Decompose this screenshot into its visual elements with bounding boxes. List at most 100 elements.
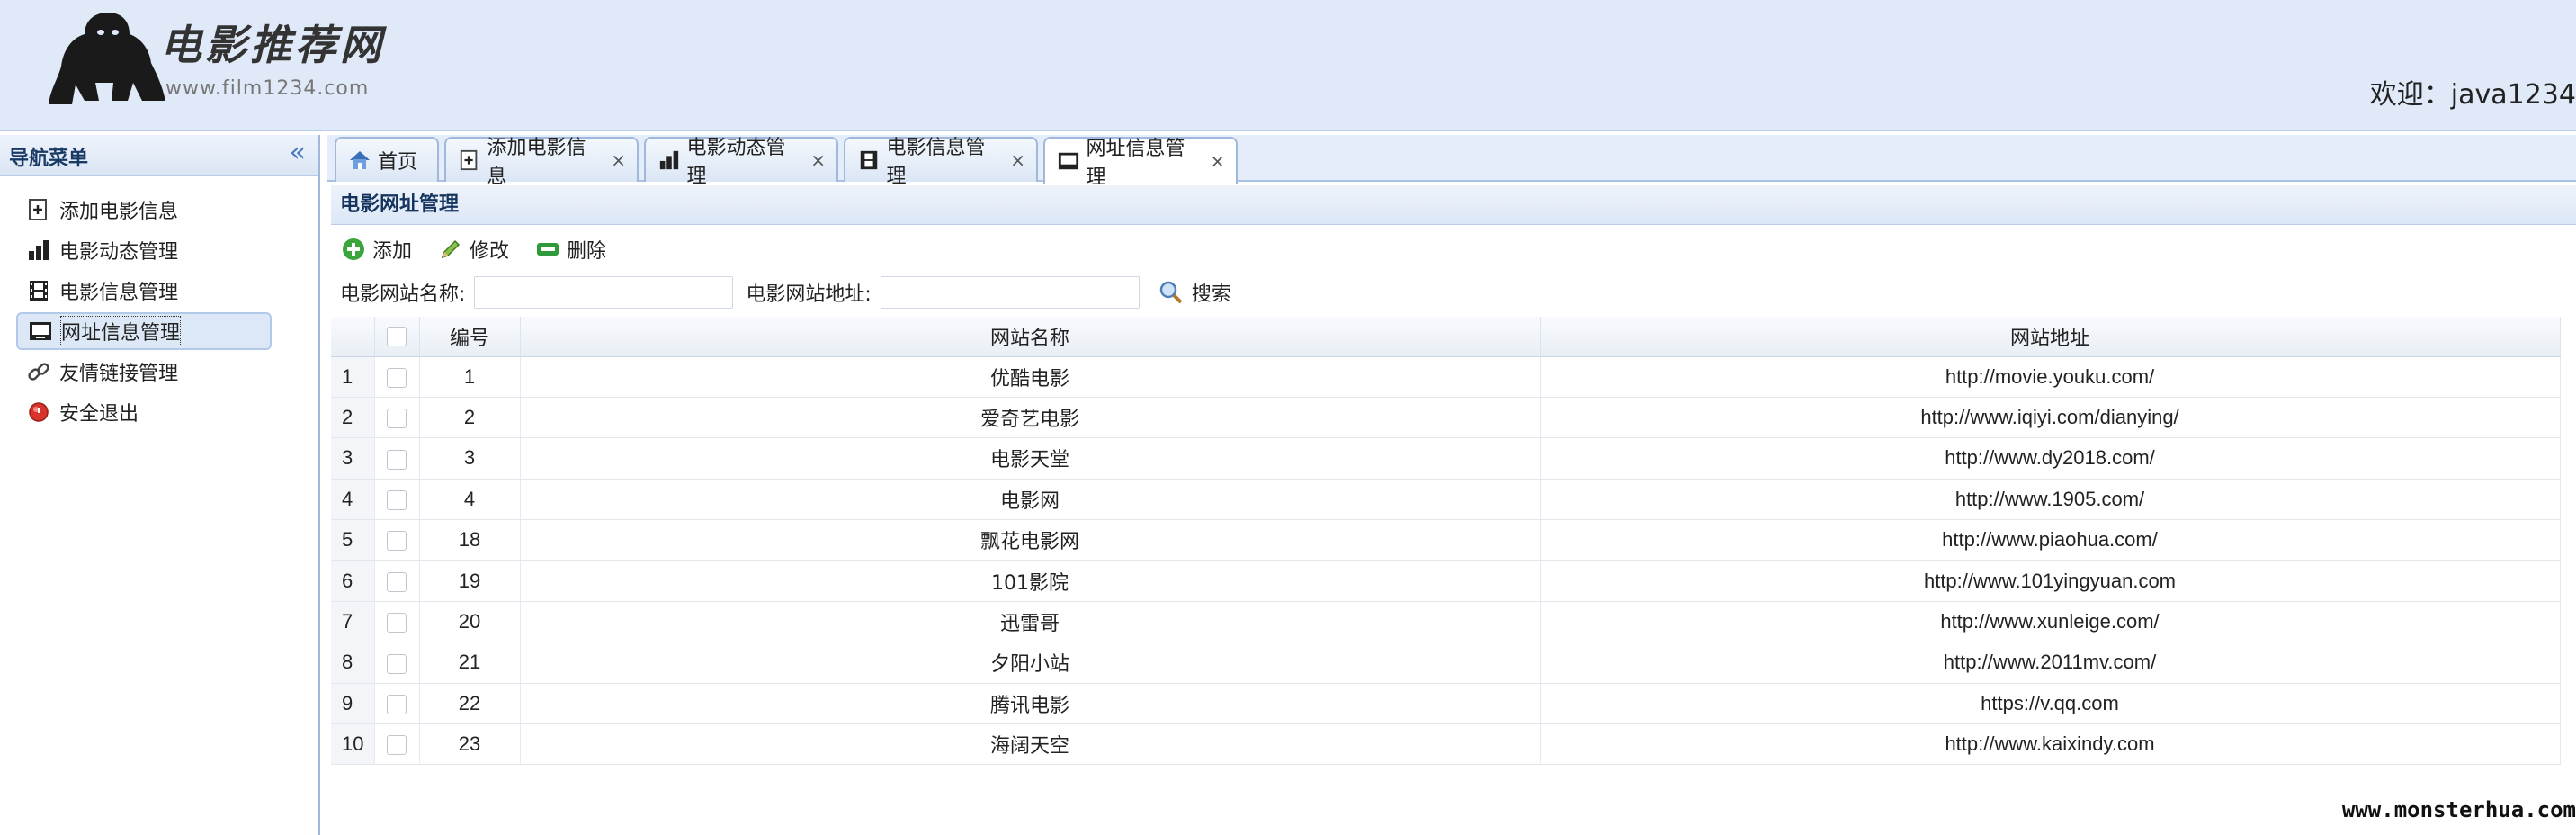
url-cell: http://www.1905.com/ — [1540, 479, 2561, 521]
add-button[interactable]: 添加 — [340, 235, 412, 264]
name-cell: 海阔天空 — [520, 723, 1541, 766]
table-body: 1 1 优酷电影 http://movie.youku.com/2 2 爱奇艺电影 http… — [331, 356, 2561, 766]
nav-item-url-info[interactable]: 网址信息管理 — [16, 312, 272, 350]
row-select-cell — [374, 479, 420, 521]
add-label: 添加 — [372, 240, 413, 263]
url-cell: https://v.qq.com — [1540, 683, 2561, 725]
row-checkbox[interactable] — [387, 653, 407, 674]
nav-item-label: 安全退出 — [59, 403, 139, 426]
row-checkbox[interactable] — [387, 490, 407, 511]
row-select-cell — [374, 560, 420, 602]
film-icon — [856, 148, 881, 173]
select-all-checkbox[interactable] — [387, 327, 407, 347]
row-number-header — [331, 317, 375, 357]
name-header[interactable]: 网站名称 — [520, 317, 1541, 357]
tab-movie-news[interactable]: 电影动态管理 × — [644, 137, 838, 188]
table-row[interactable]: 5 18 飘花电影网 http://www.piaohua.com/ — [331, 519, 2561, 561]
row-number: 2 — [331, 397, 375, 439]
close-icon[interactable]: × — [611, 149, 626, 171]
search-label: 搜索 — [1191, 283, 1231, 306]
table-row[interactable]: 10 23 海阔天空 http://www.kaixindy.com — [331, 723, 2561, 766]
welcome-text: 欢迎：java1234 — [2369, 79, 2576, 111]
close-icon[interactable]: × — [1010, 149, 1025, 171]
close-icon[interactable]: × — [1210, 150, 1225, 172]
bar-chart-icon — [657, 148, 682, 173]
collapse-icon[interactable]: « — [290, 137, 306, 168]
table-row[interactable]: 7 20 迅雷哥 http://www.xunleige.com/ — [331, 601, 2561, 643]
row-checkbox[interactable] — [387, 735, 407, 756]
watermark-text: www.monsterhua.com — [2341, 797, 2576, 822]
url-cell: http://movie.youku.com/ — [1540, 356, 2561, 398]
id-cell: 22 — [419, 683, 521, 725]
table-header-row: 编号 网站名称 网站地址 — [331, 317, 2561, 357]
id-header[interactable]: 编号 — [419, 317, 521, 357]
nav-item-logout[interactable]: 安全退出 — [16, 393, 272, 431]
url-cell: http://www.iqiyi.com/dianying/ — [1540, 397, 2561, 439]
edit-button[interactable]: 修改 — [437, 235, 509, 264]
name-cell: 迅雷哥 — [520, 601, 1541, 643]
link-icon — [25, 358, 52, 385]
nav-title: 导航菜单 — [9, 148, 89, 170]
add-document-icon — [457, 148, 482, 173]
tab-label: 电影信息管理 — [886, 137, 986, 188]
name-cell: 爱奇艺电影 — [520, 397, 1541, 439]
exit-icon — [25, 399, 52, 426]
id-cell: 4 — [419, 479, 521, 521]
row-checkbox[interactable] — [387, 613, 407, 633]
nav-item-add-movie[interactable]: 添加电影信息 — [16, 191, 272, 229]
site-name-input[interactable] — [474, 276, 734, 309]
row-number: 7 — [331, 601, 375, 643]
nav-item-friend-links[interactable]: 友情链接管理 — [16, 353, 272, 391]
row-checkbox[interactable] — [387, 449, 407, 470]
row-checkbox[interactable] — [387, 367, 407, 388]
table-row[interactable]: 8 21 夕阳小站 http://www.2011mv.com/ — [331, 642, 2561, 684]
url-cell: http://www.101yingyuan.com — [1540, 560, 2561, 602]
row-number: 9 — [331, 683, 375, 725]
app-header: 电影推荐网 www.film1234.com 欢迎：java1234 — [0, 0, 2576, 131]
gorilla-logo-icon — [49, 13, 165, 104]
close-icon[interactable]: × — [810, 149, 826, 171]
name-cell: 夕阳小站 — [520, 642, 1541, 684]
nav-item-label: 电影动态管理 — [59, 241, 179, 264]
add-document-icon — [25, 196, 52, 223]
url-cell: http://www.piaohua.com/ — [1540, 519, 2561, 561]
tab-url-info[interactable]: 网址信息管理 × — [1043, 137, 1238, 189]
search-button[interactable]: 搜索 — [1158, 278, 1231, 307]
logo-url: www.film1234.com — [165, 77, 370, 100]
toolbar: 添加 修改 删除 — [331, 229, 2576, 270]
tab-label: 添加电影信息 — [487, 137, 586, 188]
table-row[interactable]: 6 19 101影院 http://www.101yingyuan.com — [331, 560, 2561, 602]
id-cell: 23 — [419, 723, 521, 766]
row-checkbox[interactable] — [387, 571, 407, 592]
row-checkbox[interactable] — [387, 695, 407, 714]
tab-add-movie[interactable]: 添加电影信息 × — [444, 137, 639, 188]
row-checkbox[interactable] — [387, 409, 407, 429]
row-select-cell — [374, 356, 420, 398]
row-select-cell — [374, 437, 420, 480]
site-name-label: 电影网站名称: — [340, 283, 466, 306]
delete-label: 删除 — [567, 240, 607, 263]
panel-title: 电影网址管理 — [331, 185, 2576, 225]
table-row[interactable]: 4 4 电影网 http://www.1905.com/ — [331, 479, 2561, 521]
tab-movie-info[interactable]: 电影信息管理 × — [844, 137, 1038, 188]
plus-icon — [340, 236, 367, 263]
row-checkbox[interactable] — [387, 531, 407, 552]
table-row[interactable]: 1 1 优酷电影 http://movie.youku.com/ — [331, 356, 2561, 398]
home-icon — [347, 148, 372, 173]
tab-home[interactable]: 首页 — [335, 137, 439, 182]
table-row[interactable]: 9 22 腾讯电影 https://v.qq.com — [331, 683, 2561, 725]
bar-chart-icon — [25, 237, 52, 264]
select-all-header — [374, 317, 420, 357]
table-row[interactable]: 2 2 爱奇艺电影 http://www.iqiyi.com/dianying/ — [331, 397, 2561, 439]
nav-item-movie-info[interactable]: 电影信息管理 — [16, 272, 272, 310]
id-cell: 3 — [419, 437, 521, 480]
url-header[interactable]: 网站地址 — [1540, 317, 2561, 357]
search-row: 电影网站名称: 电影网站地址: 搜索 — [331, 272, 2576, 313]
table-row[interactable]: 3 3 电影天堂 http://www.dy2018.com/ — [331, 437, 2561, 480]
url-cell: http://www.xunleige.com/ — [1540, 601, 2561, 643]
minus-icon — [534, 236, 561, 263]
nav-item-movie-news[interactable]: 电影动态管理 — [16, 231, 272, 269]
delete-button[interactable]: 删除 — [534, 235, 606, 264]
url-cell: http://www.dy2018.com/ — [1540, 437, 2561, 480]
site-url-input[interactable] — [880, 276, 1140, 309]
